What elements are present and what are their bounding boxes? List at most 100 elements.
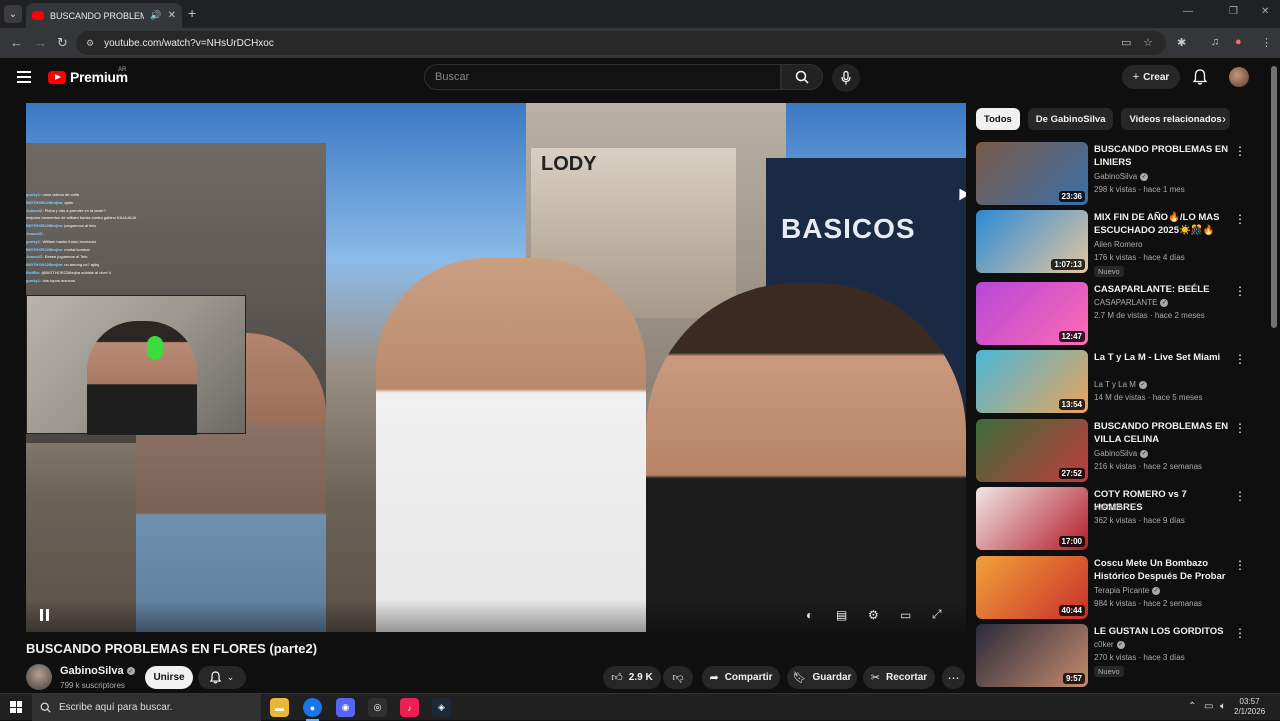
voice-search-button[interactable] <box>832 64 860 92</box>
recommendation-title[interactable]: LE GUSTAN LOS GORDITOS <box>1094 625 1232 638</box>
video-thumbnail[interactable]: 40:44 <box>976 556 1088 619</box>
more-options-icon[interactable]: ⋮ <box>1234 352 1246 366</box>
tiktok-icon[interactable]: ♪ <box>400 698 419 717</box>
like-button[interactable]: 👍︎ 2.9 K <box>603 666 661 689</box>
recommendation-item[interactable]: 27:52 BUSCANDO PROBLEMAS EN VILLA CELINA G… <box>976 419 1266 483</box>
video-player[interactable]: LODY BASICOS gunky1: unos videos de cofl… <box>26 103 966 632</box>
channel-name[interactable]: c0ker <box>1094 640 1114 649</box>
video-thumbnail[interactable]: 17:00 <box>976 487 1088 550</box>
recommendation-title[interactable]: CASAPARLANTE: BEÉLE <box>1094 283 1232 296</box>
volume-icon[interactable]: 🔈︎ <box>1220 701 1226 712</box>
tab-search-icon[interactable]: ⌄ <box>4 5 22 23</box>
recommendation-title[interactable]: La T y La M - Live Set Miami <box>1094 351 1232 364</box>
recommendation-title[interactable]: Coscu Mete Un Bombazo Histórico Después … <box>1094 557 1232 584</box>
windows-start-icon[interactable] <box>10 701 22 713</box>
channel-name[interactable]: GabinoSilva <box>1094 449 1137 458</box>
channel-name[interactable]: GabinoSilva <box>1094 172 1137 181</box>
video-thumbnail[interactable]: 1:07:13 <box>976 210 1088 273</box>
recommendation-channel[interactable]: WANDII <box>1094 503 1123 512</box>
recommendation-item[interactable]: 12:47 CASAPARLANTE: BEÉLE CASAPARLANTE ✓ 2.7… <box>976 282 1266 346</box>
autoplay-toggle-icon[interactable]: ◐ <box>806 608 813 622</box>
settings-gear-icon[interactable]: ⚙ <box>868 608 879 622</box>
recommendation-item[interactable]: 1:07:13 MIX FIN DE AÑO🔥/LO MAS ESCUCHADO … <box>976 210 1266 277</box>
recommendation-item[interactable]: 23:36 BUSCANDO PROBLEMAS EN LINIERS Gabino… <box>976 142 1266 206</box>
address-bar[interactable]: ⚙ youtube.com/watch?v=NHsUrDCHxoc <box>76 31 1166 55</box>
account-avatar[interactable] <box>1229 67 1249 87</box>
subtitles-icon[interactable]: ▤ <box>836 608 847 622</box>
media-control-icon[interactable]: ♫ <box>1211 36 1219 48</box>
chip-related[interactable]: Videos relacionados <box>1121 108 1230 130</box>
reload-icon[interactable]: ↻ <box>57 35 68 51</box>
chrome-icon[interactable]: ● <box>303 698 322 721</box>
recommendation-channel[interactable]: c0ker ✓ <box>1094 640 1125 649</box>
steam-icon[interactable]: ◈ <box>432 698 451 717</box>
taskbar-search[interactable]: Escribe aquí para buscar. <box>32 694 261 721</box>
fullscreen-icon[interactable]: ⤢ <box>932 607 942 622</box>
chip-channel[interactable]: De GabinoSilva <box>1027 108 1114 130</box>
search-input[interactable] <box>435 71 780 83</box>
recommendation-title[interactable]: BUSCANDO PROBLEMAS EN VILLA CELINA <box>1094 420 1232 446</box>
extensions-icon[interactable]: ✱ <box>1177 36 1186 49</box>
recommendation-channel[interactable]: GabinoSilva ✓ <box>1094 449 1149 458</box>
video-thumbnail[interactable]: 12:47 <box>976 282 1088 345</box>
maximize-icon[interactable]: ❐ <box>1229 6 1238 17</box>
channel-name[interactable]: CASAPARLANTE <box>1094 298 1157 307</box>
more-options-icon[interactable]: ⋮ <box>1234 421 1246 435</box>
new-tab-icon[interactable]: + <box>188 5 196 21</box>
recommendation-channel[interactable]: CASAPARLANTE ✓ <box>1094 298 1169 307</box>
channel-name[interactable]: WANDII <box>1094 503 1123 512</box>
subscription-notifications-button[interactable]: ⌄ <box>198 666 246 689</box>
save-button[interactable]: 🔖︎ Guardar <box>787 666 857 689</box>
back-icon[interactable]: ← <box>10 35 23 50</box>
create-button[interactable]: + Crear <box>1122 65 1180 89</box>
recommendation-channel[interactable]: GabinoSilva ✓ <box>1094 172 1149 181</box>
youtube-premium-logo[interactable]: Premium <box>48 69 128 85</box>
browser-tab-active[interactable]: BUSCANDO PROBLEMAS EN FLORES (parte2) 🔊 … <box>26 3 182 28</box>
recommendation-channel[interactable]: Terapia Picante ✓ <box>1094 586 1161 595</box>
clip-button[interactable]: ✂ Recortar <box>863 666 935 689</box>
cast-icon[interactable]: ▭ <box>1121 36 1131 49</box>
menu-icon[interactable] <box>17 71 31 86</box>
channel-avatar[interactable] <box>26 664 52 690</box>
page-scrollbar[interactable] <box>1271 66 1277 328</box>
dislike-button[interactable]: 👎︎ <box>663 666 693 689</box>
minimize-icon[interactable]: — <box>1183 6 1193 17</box>
channel-name-row[interactable]: GabinoSilva ✓ <box>60 665 135 677</box>
window-close-icon[interactable]: ✕ <box>1261 6 1269 17</box>
channel-name[interactable]: GabinoSilva <box>60 665 124 677</box>
search-field[interactable] <box>424 64 781 90</box>
chip-todos[interactable]: Todos <box>976 108 1020 130</box>
more-options-icon[interactable]: ⋮ <box>1234 558 1246 572</box>
recommendation-channel[interactable]: Ailen Romero <box>1094 240 1142 249</box>
bookmark-star-icon[interactable]: ☆ <box>1143 36 1153 49</box>
chevron-right-icon[interactable]: › <box>1222 112 1226 126</box>
recommendation-item[interactable]: 9:57 LE GUSTAN LOS GORDITOS c0ker ✓ 270 k vi… <box>976 624 1266 688</box>
more-actions-button[interactable]: ⋯ <box>942 666 965 689</box>
recommendation-title[interactable]: MIX FIN DE AÑO🔥/LO MAS ESCUCHADO 2025☀️🎊… <box>1094 211 1232 238</box>
file-explorer-icon[interactable]: ▬ <box>270 698 289 717</box>
tray-chevron-icon[interactable]: ⌃ <box>1188 701 1196 712</box>
recommendation-item[interactable]: 13:54 La T y La M - Live Set Miami La T y … <box>976 350 1266 414</box>
audio-playing-icon[interactable]: 🔊 <box>150 10 161 21</box>
share-button[interactable]: ➦ Compartir <box>702 666 780 689</box>
more-options-icon[interactable]: ⋮ <box>1234 144 1246 158</box>
discord-icon[interactable]: ◉ <box>336 698 355 717</box>
recommendation-channel[interactable]: La T y La M ✓ <box>1094 380 1147 389</box>
video-thumbnail[interactable]: 27:52 <box>976 419 1088 482</box>
profile-icon[interactable]: ● <box>1235 36 1242 48</box>
recommendation-item[interactable]: 40:44 Coscu Mete Un Bombazo Histórico Des… <box>976 556 1266 620</box>
channel-name[interactable]: La T y La M <box>1094 380 1136 389</box>
channel-name[interactable]: Terapia Picante <box>1094 586 1149 595</box>
recommendation-title[interactable]: BUSCANDO PROBLEMAS EN LINIERS <box>1094 143 1232 169</box>
pause-icon[interactable] <box>40 608 52 621</box>
more-options-icon[interactable]: ⋮ <box>1234 626 1246 640</box>
video-thumbnail[interactable]: 9:57 <box>976 624 1088 687</box>
video-thumbnail[interactable]: 13:54 <box>976 350 1088 413</box>
search-button[interactable] <box>781 64 823 90</box>
network-icon[interactable]: ▭ <box>1204 701 1213 712</box>
video-thumbnail[interactable]: 23:36 <box>976 142 1088 205</box>
site-info-icon[interactable]: ⚙ <box>86 38 94 49</box>
tab-close-icon[interactable]: ✕ <box>168 10 176 21</box>
recommendation-item[interactable]: 17:00 COTY ROMERO vs 7 HOMBRES WANDII 362 k… <box>976 487 1266 551</box>
channel-name[interactable]: Ailen Romero <box>1094 240 1142 249</box>
